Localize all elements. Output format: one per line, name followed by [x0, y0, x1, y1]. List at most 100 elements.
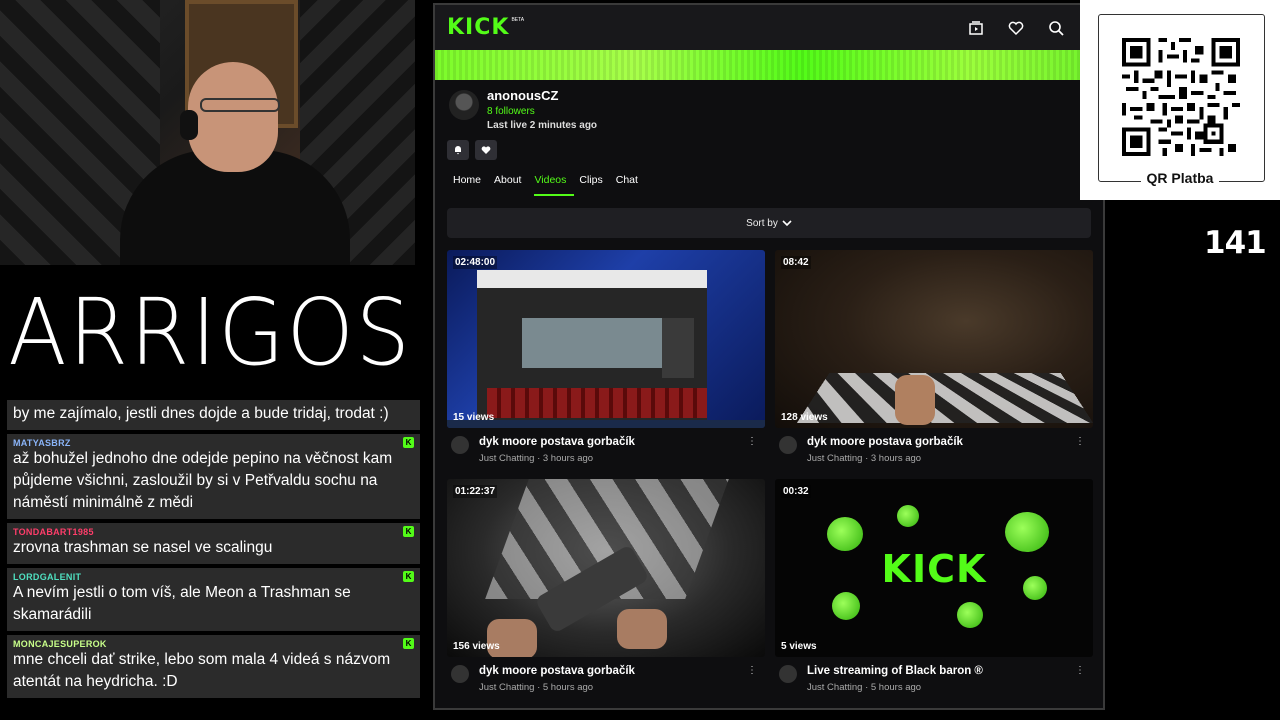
tab-home[interactable]: Home [453, 174, 489, 196]
video-card[interactable]: 02:48:00 15 views dyk moore postava gorb… [447, 250, 765, 479]
channel-avatar[interactable] [449, 90, 479, 120]
video-duration: 01:22:37 [453, 485, 498, 498]
video-thumbnail[interactable]: KICK 00:32 5 views [775, 479, 1093, 657]
channel-tabs: Home About Videos Clips Chat [453, 174, 651, 196]
video-meta: Just Chatting · 3 hours ago [479, 453, 594, 464]
headset [180, 110, 198, 140]
video-meta: Just Chatting · 5 hours ago [807, 682, 922, 693]
follower-count: 8 followers [487, 106, 535, 117]
qr-payment-box: QR Platba [1080, 0, 1280, 200]
channel-banner [435, 50, 1103, 80]
kick-badge-icon: K [403, 638, 414, 649]
video-duration: 08:42 [781, 256, 811, 269]
thumb-floor [796, 372, 1093, 424]
chat-message-text: by me zajímalo, jestli dnes dojde a bude… [13, 405, 389, 422]
video-info: dyk moore postava gorbačík Just Chatting… [447, 428, 765, 478]
more-options-icon[interactable]: ⋮ [747, 665, 757, 676]
notification-bell-button[interactable] [447, 140, 469, 160]
bell-icon [455, 146, 461, 155]
video-thumbnail[interactable]: 01:22:37 156 views [447, 479, 765, 657]
video-meta: Just Chatting · 3 hours ago [807, 453, 922, 464]
kick-topbar: KICK BETA [435, 5, 1103, 50]
sort-label: Sort by [746, 217, 778, 229]
thumb-window [477, 270, 707, 428]
video-avatar[interactable] [451, 665, 469, 683]
video-card[interactable]: 08:42 128 views dyk moore postava gorbač… [775, 250, 1093, 479]
emote-blob [1005, 512, 1049, 552]
tab-clips[interactable]: Clips [579, 174, 610, 196]
video-card[interactable]: 01:22:37 156 views dyk moore postava gor… [447, 479, 765, 708]
chevron-down-icon [782, 220, 792, 227]
kick-badge-icon: K [403, 437, 414, 448]
emote-blob [832, 592, 860, 620]
search-icon[interactable] [1047, 19, 1065, 37]
more-options-icon[interactable]: ⋮ [1075, 665, 1085, 676]
thumb-hand [895, 375, 935, 425]
video-thumbnail[interactable]: 08:42 128 views [775, 250, 1093, 428]
stream-logo: ARRIGOS [8, 279, 412, 386]
heart-icon[interactable] [1007, 19, 1025, 37]
qr-label: QR Platba [1140, 170, 1220, 186]
video-duration: 00:32 [781, 485, 811, 498]
browse-icon[interactable] [967, 19, 985, 37]
glasses [200, 98, 280, 112]
chat-message: MATYASBRZ K až bohužel jednoho dne odejd… [7, 434, 420, 519]
last-live: Last live 2 minutes ago [487, 120, 598, 131]
emote-blob [957, 602, 983, 628]
streamer-head [188, 62, 278, 172]
chat-message-text: A nevím jestli o tom víš, ale Meon a Tra… [13, 584, 351, 623]
kick-thumb-logo: KICK [881, 547, 987, 591]
emote-blob [897, 505, 919, 527]
thumb-panel [662, 318, 694, 378]
chat-message: MONCAJESUPEROK K mne chceli dať strike, … [7, 635, 420, 698]
tab-about[interactable]: About [494, 174, 529, 196]
channel-name[interactable]: anonousCZ [487, 88, 559, 103]
chat-username: MATYASBRZ [13, 438, 71, 448]
chat-message-text: mne chceli dať strike, lebo som mala 4 v… [13, 651, 391, 690]
more-options-icon[interactable]: ⋮ [1075, 436, 1085, 447]
video-duration: 02:48:00 [453, 256, 498, 269]
video-views: 5 views [781, 641, 817, 652]
thumb-hand [617, 609, 667, 649]
video-thumbnail[interactable]: 02:48:00 15 views [447, 250, 765, 428]
viewer-counter: 141 [1204, 225, 1267, 261]
video-avatar[interactable] [779, 436, 797, 454]
video-avatar[interactable] [779, 665, 797, 683]
video-title[interactable]: dyk moore postava gorbačík [807, 436, 963, 448]
video-title[interactable]: dyk moore postava gorbačík [479, 436, 635, 448]
video-card[interactable]: KICK 00:32 5 views Live streaming of Bla… [775, 479, 1093, 708]
emote-blob [827, 517, 863, 551]
video-info: Live streaming of Black baron ® Just Cha… [775, 657, 1093, 707]
chat-message: by me zajímalo, jestli dnes dojde a bude… [7, 400, 420, 430]
video-info: dyk moore postava gorbačík Just Chatting… [447, 657, 765, 707]
chat-message: LORDGALENIT K A nevím jestli o tom víš, … [7, 568, 420, 631]
chat-message-text: zrovna trashman se nasel ve scalingu [13, 539, 273, 556]
chat-username: MONCAJESUPEROK [13, 639, 107, 649]
kick-badge-icon: K [403, 526, 414, 537]
video-views: 15 views [453, 412, 495, 423]
beta-tag: BETA [511, 17, 525, 23]
thumb-taskbar [447, 420, 765, 428]
video-meta: Just Chatting · 5 hours ago [479, 682, 594, 693]
video-title[interactable]: Live streaming of Black baron ® [807, 665, 983, 677]
qr-code [1122, 38, 1240, 156]
tab-chat[interactable]: Chat [616, 174, 646, 196]
thumb-seats [487, 388, 707, 418]
follow-button[interactable] [475, 140, 497, 160]
tab-videos[interactable]: Videos [534, 174, 575, 196]
chat-overlay: by me zajímalo, jestli dnes dojde a bude… [7, 400, 420, 702]
chat-message-text: až bohužel jednoho dne odejde pepino na … [13, 450, 393, 511]
chat-username: TONDABART1985 [13, 527, 94, 537]
video-title[interactable]: dyk moore postava gorbačík [479, 665, 635, 677]
video-info: dyk moore postava gorbačík Just Chatting… [775, 428, 1093, 478]
chat-username: LORDGALENIT [13, 572, 82, 582]
kick-logo[interactable]: KICK [447, 15, 509, 40]
video-avatar[interactable] [451, 436, 469, 454]
video-views: 156 views [453, 641, 500, 652]
channel-header: anonousCZ 8 followers Last live 2 minute… [435, 80, 1103, 200]
more-options-icon[interactable]: ⋮ [747, 436, 757, 447]
sort-dropdown[interactable]: Sort by [447, 208, 1091, 238]
kick-badge-icon: K [403, 571, 414, 582]
video-grid: 02:48:00 15 views dyk moore postava gorb… [447, 250, 1093, 708]
thumb-stage [522, 318, 662, 368]
